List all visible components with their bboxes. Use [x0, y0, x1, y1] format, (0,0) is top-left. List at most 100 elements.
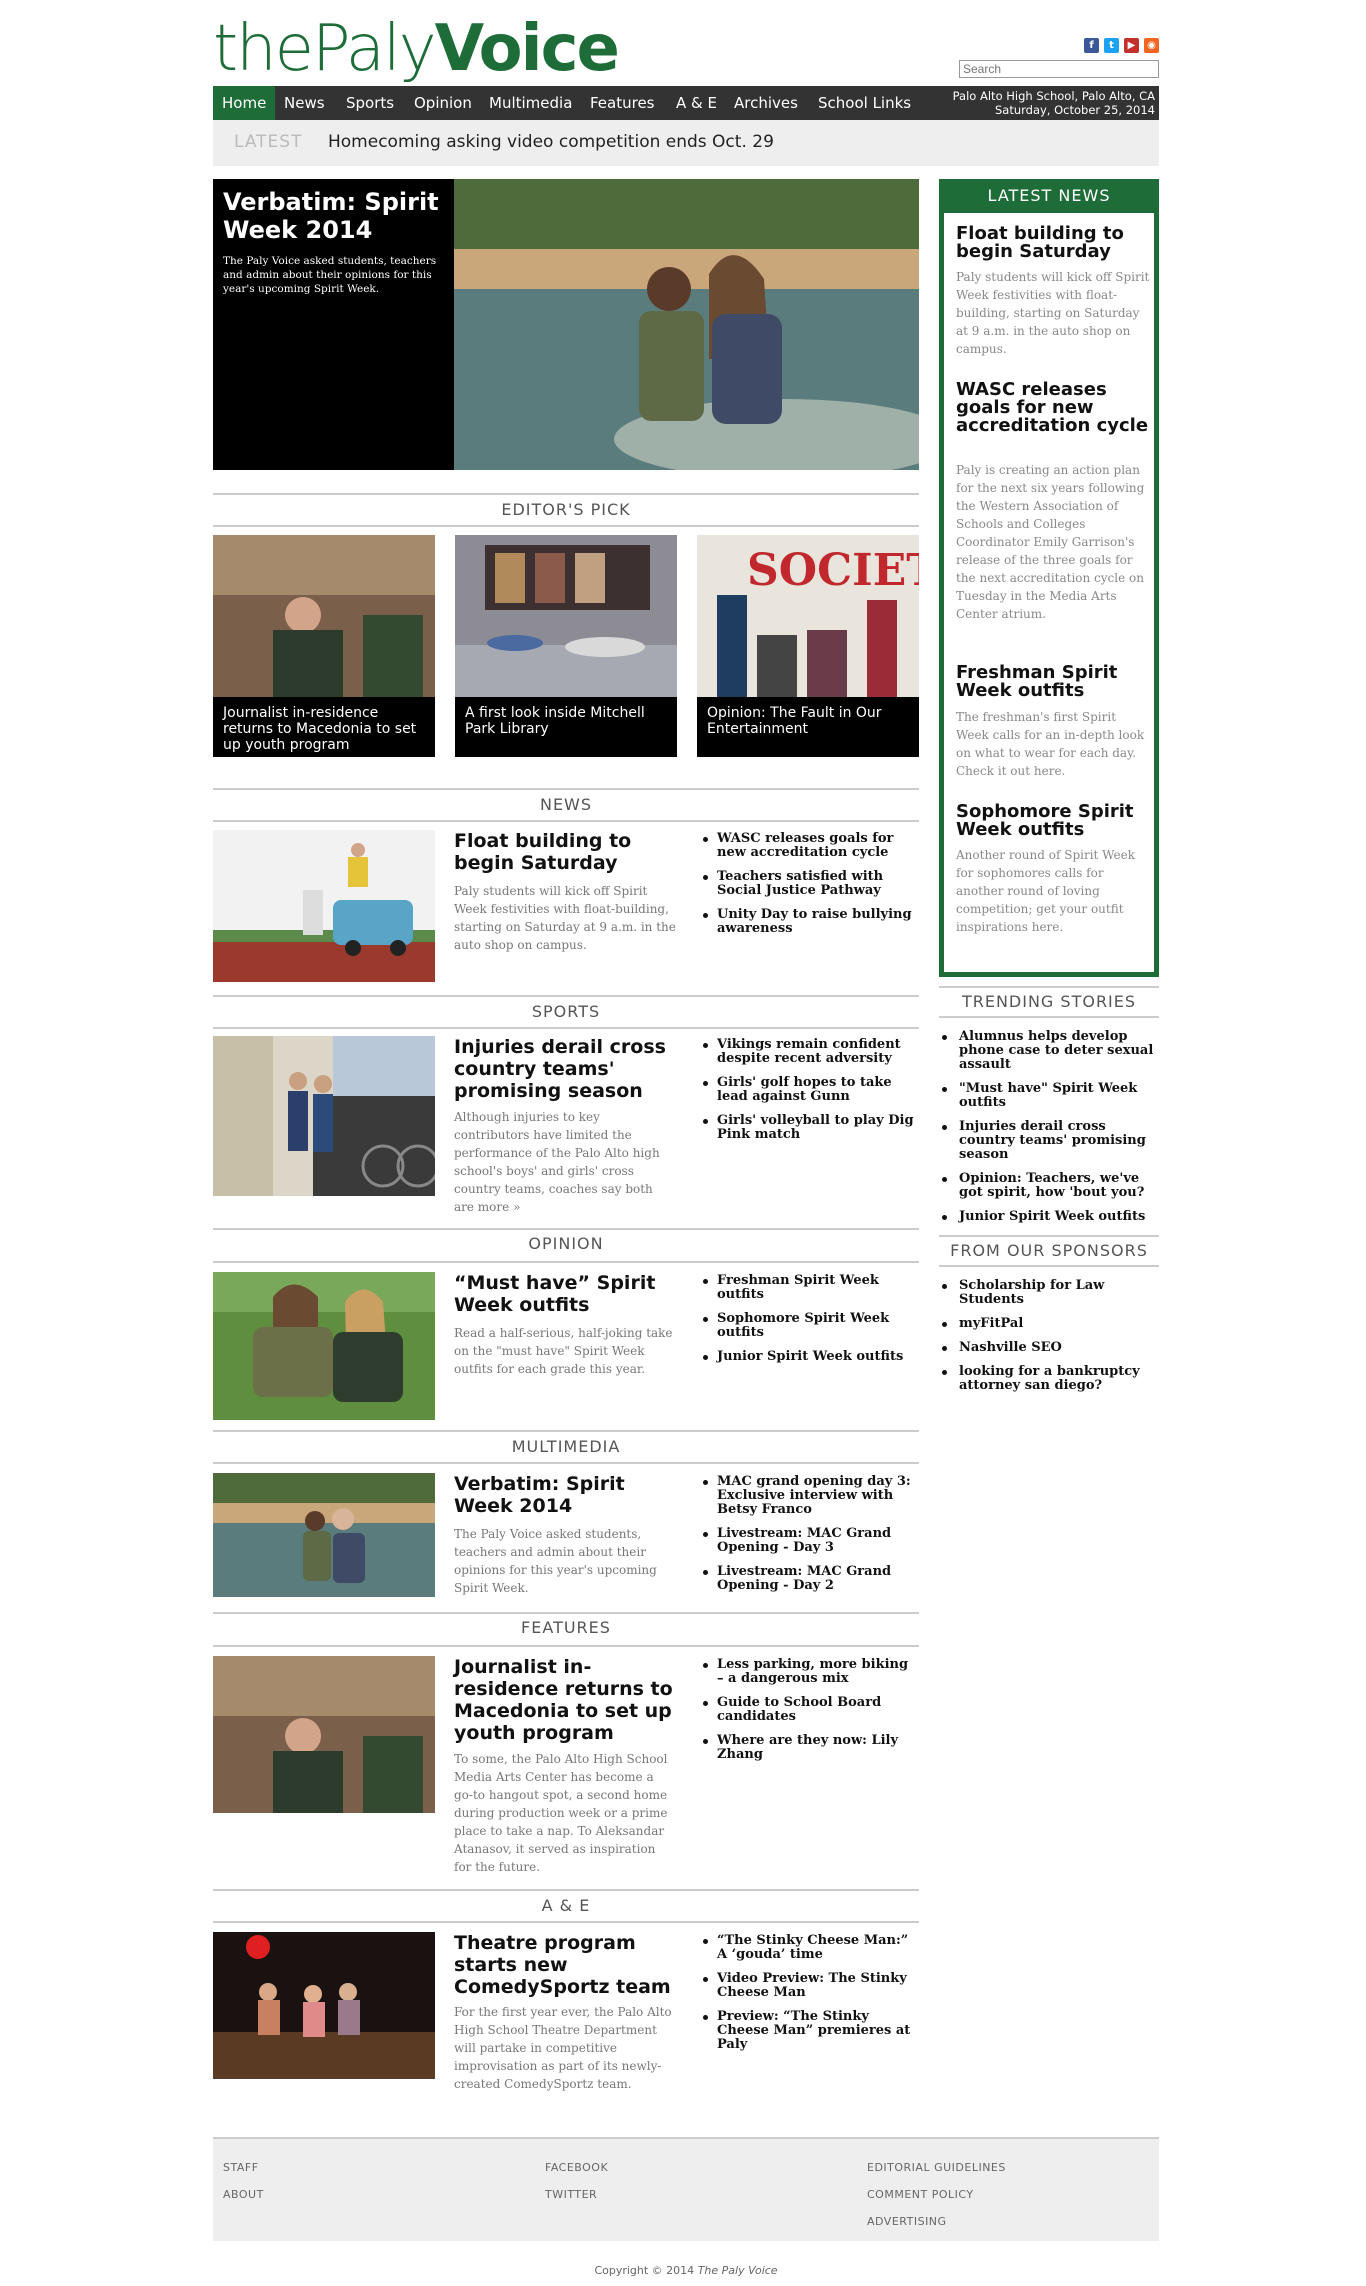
ae-heading: A & E: [213, 1889, 919, 1923]
list-item[interactable]: Injuries derail cross country teams' pro…: [939, 1120, 1159, 1162]
location-date: Palo Alto High School, Palo Alto, CA Sat…: [952, 89, 1155, 117]
opinion-photo[interactable]: [213, 1272, 435, 1420]
footer-link[interactable]: COMMENT POLICY: [867, 2188, 974, 2201]
ticker-link[interactable]: Homecoming asking video competition ends…: [328, 132, 774, 152]
sports-title[interactable]: Injuries derail cross country teams' pro…: [454, 1036, 676, 1102]
site-logo[interactable]: thePalyVoice: [213, 14, 620, 84]
sidebar-story-title[interactable]: Float building to begin Saturday: [956, 225, 1151, 261]
list-item[interactable]: Alumnus helps develop phone case to dete…: [939, 1030, 1159, 1072]
list-item[interactable]: Scholarship for Law Students: [939, 1279, 1159, 1307]
hero-title[interactable]: Verbatim: Spirit Week 2014: [223, 188, 448, 244]
latest-news-box: LATEST NEWS Float building to begin Satu…: [939, 179, 1159, 977]
sidebar-story-title[interactable]: Sophomore Spirit Week outfits: [956, 803, 1151, 839]
svg-text:SOCIETY: SOCIETY: [747, 545, 919, 596]
list-item[interactable]: Preview: “The Stinky Cheese Man” premier…: [703, 2010, 919, 2052]
nav-opinion[interactable]: Opinion: [405, 86, 481, 120]
list-item[interactable]: Junior Spirit Week outfits: [703, 1350, 919, 1364]
list-item[interactable]: Nashville SEO: [939, 1341, 1159, 1355]
list-item[interactable]: Guide to School Board candidates: [703, 1696, 919, 1724]
sponsors-list: Scholarship for Law Students myFitPal Na…: [939, 1279, 1159, 1403]
nav-archives[interactable]: Archives: [725, 86, 807, 120]
list-item[interactable]: myFitPal: [939, 1317, 1159, 1331]
list-item[interactable]: Junior Spirit Week outfits: [939, 1210, 1159, 1224]
pick-card[interactable]: Journalist in-residence returns to Maced…: [213, 535, 435, 757]
pick-photo: SOCIETY: [697, 535, 919, 697]
nav-sports[interactable]: Sports: [337, 86, 403, 120]
pick-caption[interactable]: Journalist in-residence returns to Maced…: [223, 705, 428, 753]
sports-photo[interactable]: [213, 1036, 435, 1196]
list-item[interactable]: "Must have" Spirit Week outfits: [939, 1082, 1159, 1110]
hero-feature[interactable]: Verbatim: Spirit Week 2014 The Paly Voic…: [213, 179, 919, 470]
trending-heading: TRENDING STORIES: [939, 986, 1159, 1018]
footer-link[interactable]: ADVERTISING: [867, 2215, 947, 2228]
pick-photo: [213, 535, 435, 697]
features-links: Less parking, more biking – a dangerous …: [703, 1658, 919, 1772]
news-heading: NEWS: [213, 788, 919, 822]
nav-home[interactable]: Home: [213, 86, 276, 120]
footer-link[interactable]: FACEBOOK: [545, 2161, 608, 2174]
opinion-title[interactable]: “Must have” Spirit Week outfits: [454, 1272, 676, 1316]
opinion-links: Freshman Spirit Week outfits Sophomore S…: [703, 1274, 919, 1374]
nav-features[interactable]: Features: [581, 86, 664, 120]
footer: STAFF ABOUT FACEBOOK TWITTER EDITORIAL G…: [213, 2137, 1159, 2241]
list-item[interactable]: Girls' golf hopes to take lead against G…: [703, 1076, 919, 1104]
list-item[interactable]: looking for a bankruptcy attorney san di…: [939, 1365, 1159, 1393]
list-item[interactable]: Livestream: MAC Grand Opening - Day 3: [703, 1527, 919, 1555]
multimedia-title[interactable]: Verbatim: Spirit Week 2014: [454, 1473, 676, 1517]
hero-excerpt: The Paly Voice asked students, teachers …: [223, 255, 437, 295]
list-item[interactable]: Video Preview: The Stinky Cheese Man: [703, 1972, 919, 2000]
youtube-icon[interactable]: ▶: [1124, 38, 1139, 53]
nav-school-links[interactable]: School Links: [809, 86, 920, 120]
ae-excerpt: For the first year ever, the Palo Alto H…: [454, 2005, 672, 2091]
ae-photo[interactable]: [213, 1932, 435, 2079]
sidebar-story-title[interactable]: WASC releases goals for new accreditatio…: [956, 381, 1151, 435]
sports-heading: SPORTS: [213, 995, 919, 1029]
sponsors-heading: FROM OUR SPONSORS: [939, 1235, 1159, 1267]
ae-title[interactable]: Theatre program starts new ComedySportz …: [454, 1932, 676, 1998]
list-item[interactable]: MAC grand opening day 3: Exclusive inter…: [703, 1475, 919, 1517]
list-item[interactable]: Opinion: Teachers, we've got spirit, how…: [939, 1172, 1159, 1200]
list-item[interactable]: Where are they now: Lily Zhang: [703, 1734, 919, 1762]
footer-link[interactable]: STAFF: [223, 2161, 259, 2174]
nav-news[interactable]: News: [275, 86, 334, 120]
list-item[interactable]: WASC releases goals for new accreditatio…: [703, 832, 919, 860]
pick-card[interactable]: SOCIETY Opinion: The Fault in Our Entert…: [697, 535, 919, 757]
list-item[interactable]: Vikings remain confident despite recent …: [703, 1038, 919, 1066]
news-excerpt: Paly students will kick off Spirit Week …: [454, 884, 676, 952]
twitter-icon[interactable]: t: [1104, 38, 1119, 53]
list-item[interactable]: Livestream: MAC Grand Opening - Day 2: [703, 1565, 919, 1593]
sidebar-story-excerpt: Paly is creating an action plan for the …: [956, 463, 1145, 621]
list-item[interactable]: Less parking, more biking – a dangerous …: [703, 1658, 919, 1686]
list-item[interactable]: Freshman Spirit Week outfits: [703, 1274, 919, 1302]
list-item[interactable]: Teachers satisfied with Social Justice P…: [703, 870, 919, 898]
list-item[interactable]: Sophomore Spirit Week outfits: [703, 1312, 919, 1340]
footer-link[interactable]: ABOUT: [223, 2188, 264, 2201]
sidebar-story-excerpt: Paly students will kick off Spirit Week …: [956, 270, 1150, 356]
multimedia-excerpt: The Paly Voice asked students, teachers …: [454, 1527, 657, 1595]
hero-photo[interactable]: [454, 179, 919, 470]
footer-link[interactable]: EDITORIAL GUIDELINES: [867, 2161, 1006, 2174]
facebook-icon[interactable]: f: [1084, 38, 1099, 53]
sports-excerpt: Although injuries to key contributors ha…: [454, 1110, 660, 1214]
features-heading: FEATURES: [213, 1613, 919, 1647]
list-item[interactable]: Unity Day to raise bullying awareness: [703, 908, 919, 936]
footer-link[interactable]: TWITTER: [545, 2188, 597, 2201]
ae-links: “The Stinky Cheese Man:” A ‘gouda’ time …: [703, 1934, 919, 2062]
latest-news-heading: LATEST NEWS: [939, 179, 1159, 213]
news-title[interactable]: Float building to begin Saturday: [454, 830, 676, 874]
search-input[interactable]: [959, 60, 1159, 78]
list-item[interactable]: Girls' volleyball to play Dig Pink match: [703, 1114, 919, 1142]
multimedia-photo[interactable]: [213, 1473, 435, 1597]
nav-ae[interactable]: A & E: [667, 86, 726, 120]
pick-card[interactable]: A first look inside Mitchell Park Librar…: [455, 535, 677, 757]
news-photo[interactable]: [213, 830, 435, 982]
sidebar-story-title[interactable]: Freshman Spirit Week outfits: [956, 664, 1151, 700]
trending-list: Alumnus helps develop phone case to dete…: [939, 1030, 1159, 1234]
rss-icon[interactable]: ◉: [1144, 38, 1159, 53]
features-photo[interactable]: [213, 1656, 435, 1813]
list-item[interactable]: “The Stinky Cheese Man:” A ‘gouda’ time: [703, 1934, 919, 1962]
nav-multimedia[interactable]: Multimedia: [480, 86, 581, 120]
pick-caption[interactable]: A first look inside Mitchell Park Librar…: [465, 705, 670, 737]
pick-caption[interactable]: Opinion: The Fault in Our Entertainment: [707, 705, 912, 737]
features-title[interactable]: Journalist in-residence returns to Maced…: [454, 1656, 676, 1744]
